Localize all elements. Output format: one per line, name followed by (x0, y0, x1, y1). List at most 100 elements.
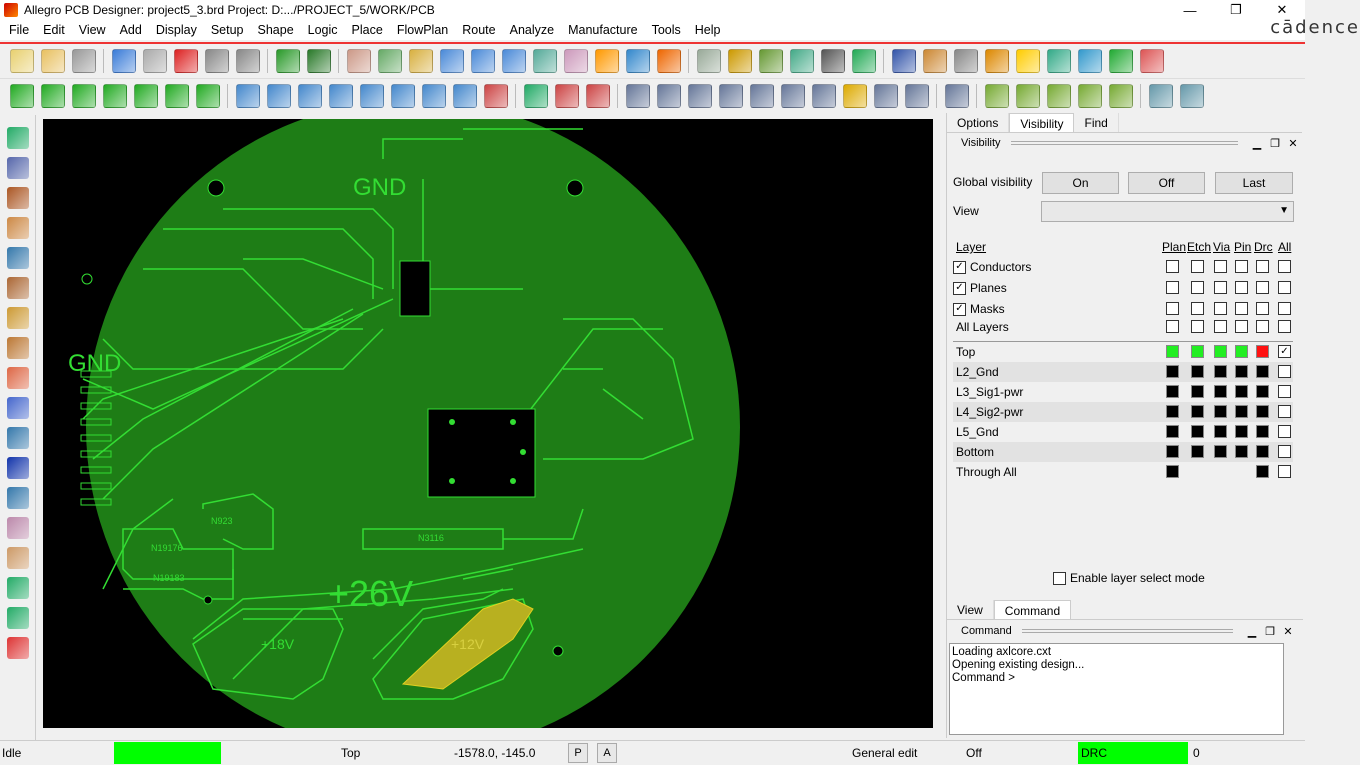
main-tool-icon-1[interactable] (9, 49, 34, 73)
layer-all-checkbox[interactable]: ✓ (1278, 345, 1291, 358)
layer-color-swatch[interactable] (1235, 345, 1248, 358)
secondary-tool-icon-3[interactable] (71, 83, 96, 108)
left-tool-icon-5[interactable] (6, 247, 29, 269)
visibility-checkbox[interactable] (1191, 302, 1204, 315)
visibility-checkbox[interactable] (1278, 260, 1291, 273)
left-tool-icon-9[interactable] (6, 367, 29, 389)
main-tool-icon-12[interactable] (377, 49, 402, 73)
layer-all-checkbox[interactable] (1278, 425, 1291, 438)
secondary-tool-icon-33[interactable] (1046, 83, 1071, 108)
layer-color-swatch[interactable] (1166, 445, 1179, 458)
main-tool-icon-27[interactable] (851, 49, 876, 73)
menu-file[interactable]: File (2, 20, 36, 40)
tab-visibility[interactable]: Visibility (1009, 113, 1075, 132)
group-checkbox[interactable]: ✓ (953, 302, 966, 316)
main-tool-icon-4[interactable] (111, 49, 136, 73)
main-tool-icon-34[interactable] (1077, 49, 1102, 73)
secondary-tool-icon-35[interactable] (1108, 83, 1133, 108)
main-tool-icon-31[interactable] (984, 49, 1009, 73)
menu-help[interactable]: Help (688, 20, 728, 40)
visibility-checkbox[interactable] (1235, 281, 1248, 294)
menu-edit[interactable]: Edit (36, 20, 72, 40)
main-tool-icon-7[interactable] (204, 49, 229, 73)
float-panel-icon[interactable]: ❐ (1266, 137, 1284, 150)
layer-color-swatch[interactable] (1256, 445, 1269, 458)
secondary-tool-icon-7[interactable] (195, 83, 220, 108)
secondary-tool-icon-31[interactable] (984, 83, 1009, 108)
layer-color-swatch[interactable] (1256, 405, 1269, 418)
layer-all-checkbox[interactable] (1278, 385, 1291, 398)
secondary-tool-icon-6[interactable] (164, 83, 189, 108)
layer-color-swatch[interactable] (1191, 385, 1204, 398)
layer-color-swatch[interactable] (1235, 365, 1248, 378)
layer-color-swatch[interactable] (1166, 365, 1179, 378)
layer-color-swatch[interactable] (1256, 345, 1269, 358)
a-button[interactable]: A (597, 743, 617, 763)
layer-color-swatch[interactable] (1191, 345, 1204, 358)
layer-color-swatch[interactable] (1191, 405, 1204, 418)
maximize-button[interactable]: ❐ (1213, 0, 1259, 20)
visibility-checkbox[interactable] (1166, 260, 1179, 273)
all-layers-checkbox[interactable] (1214, 320, 1227, 333)
left-tool-icon-1[interactable] (6, 127, 29, 149)
minimize-panel-icon[interactable]: ▁ (1248, 137, 1266, 150)
secondary-tool-icon-13[interactable] (390, 83, 415, 108)
visibility-checkbox[interactable] (1166, 281, 1179, 294)
menu-flowplan[interactable]: FlowPlan (390, 20, 455, 40)
main-tool-icon-32[interactable] (1015, 49, 1040, 73)
main-tool-icon-26[interactable] (820, 49, 845, 73)
visibility-checkbox[interactable] (1256, 302, 1269, 315)
secondary-tool-icon-27[interactable] (842, 83, 867, 108)
left-tool-icon-4[interactable] (6, 217, 29, 239)
left-tool-icon-16[interactable] (6, 577, 29, 599)
secondary-tool-icon-9[interactable] (266, 83, 291, 108)
left-tool-icon-8[interactable] (6, 337, 29, 359)
all-layers-checkbox[interactable] (1256, 320, 1269, 333)
menu-display[interactable]: Display (149, 20, 204, 40)
layer-color-swatch[interactable] (1214, 365, 1227, 378)
main-tool-icon-36[interactable] (1139, 49, 1164, 73)
secondary-tool-icon-12[interactable] (359, 83, 384, 108)
layer-color-swatch[interactable] (1166, 405, 1179, 418)
tab-options[interactable]: Options (947, 113, 1010, 132)
layer-color-swatch[interactable] (1166, 425, 1179, 438)
main-tool-icon-19[interactable] (594, 49, 619, 73)
main-tool-icon-35[interactable] (1108, 49, 1133, 73)
left-tool-icon-2[interactable] (6, 157, 29, 179)
menu-logic[interactable]: Logic (301, 20, 345, 40)
secondary-tool-icon-15[interactable] (452, 83, 477, 108)
menu-setup[interactable]: Setup (204, 20, 251, 40)
secondary-tool-icon-25[interactable] (780, 83, 805, 108)
enable-layer-select-checkbox[interactable] (1053, 571, 1066, 585)
layer-color-swatch[interactable] (1214, 405, 1227, 418)
visibility-checkbox[interactable] (1256, 260, 1269, 273)
visibility-checkbox[interactable] (1166, 302, 1179, 315)
visibility-checkbox[interactable] (1235, 302, 1248, 315)
tab-view[interactable]: View (947, 600, 994, 619)
main-tool-icon-13[interactable] (408, 49, 433, 73)
layer-all-checkbox[interactable] (1278, 465, 1291, 478)
layer-color-swatch[interactable] (1166, 345, 1179, 358)
group-checkbox[interactable]: ✓ (953, 281, 966, 295)
secondary-tool-icon-29[interactable] (904, 83, 929, 108)
all-layers-checkbox[interactable] (1191, 320, 1204, 333)
secondary-tool-icon-26[interactable] (811, 83, 836, 108)
on-button[interactable]: On (1042, 172, 1119, 194)
menu-add[interactable]: Add (113, 20, 149, 40)
visibility-checkbox[interactable] (1235, 260, 1248, 273)
secondary-tool-icon-16[interactable] (483, 83, 508, 108)
main-tool-icon-9[interactable] (275, 49, 300, 73)
visibility-checkbox[interactable] (1214, 260, 1227, 273)
left-tool-icon-13[interactable] (6, 487, 29, 509)
left-tool-icon-7[interactable] (6, 307, 29, 329)
main-tool-icon-3[interactable] (71, 49, 96, 73)
secondary-tool-icon-11[interactable] (328, 83, 353, 108)
minimize-command-icon[interactable]: ▁ (1243, 625, 1261, 638)
secondary-tool-icon-10[interactable] (297, 83, 322, 108)
secondary-tool-icon-21[interactable] (656, 83, 681, 108)
main-tool-icon-20[interactable] (625, 49, 650, 73)
secondary-tool-icon-8[interactable] (235, 83, 260, 108)
view-select[interactable]: ▼ (1041, 201, 1294, 222)
board-view[interactable]: GND GND +26V +18V +12V N19176 N19183 N31… (43, 119, 933, 728)
left-tool-icon-11[interactable] (6, 427, 29, 449)
